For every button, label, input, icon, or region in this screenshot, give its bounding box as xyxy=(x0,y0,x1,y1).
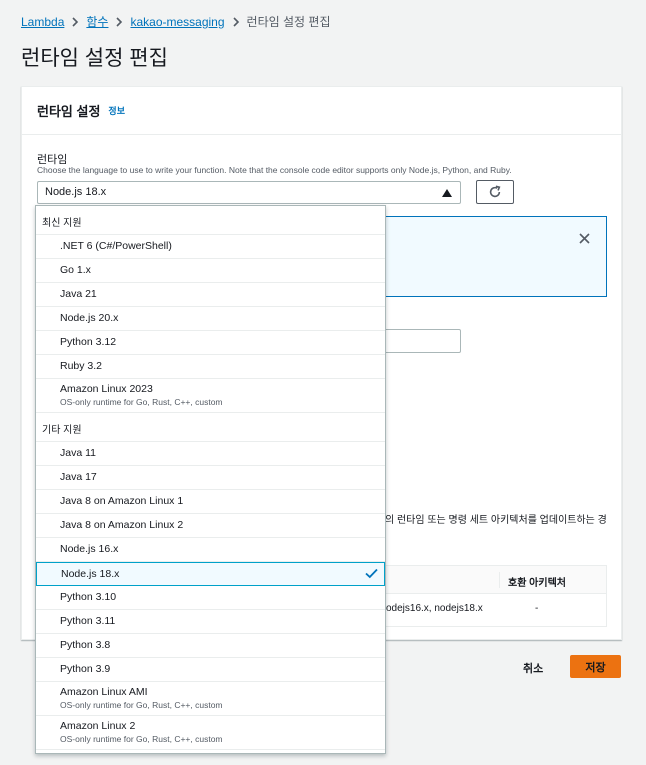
runtime-option-label: Python 3.8 xyxy=(60,639,111,651)
td-compatible-runtimes: odejs16.x, nodejs18.x xyxy=(386,603,483,614)
breadcrumb: Lambda 함수 kakao-messaging 런타임 설정 편집 xyxy=(21,13,330,30)
runtime-option-label: Python 3.9 xyxy=(60,663,111,675)
table-header: 호환 아키텍처 xyxy=(386,566,606,594)
runtime-option-label: Ruby 3.2 xyxy=(60,360,103,372)
runtime-option[interactable]: .NET 6 (C#/PowerShell) xyxy=(36,235,385,259)
runtime-option[interactable]: Java 8 on Amazon Linux 2 xyxy=(36,514,385,538)
runtime-option-label: Python 3.11 xyxy=(60,615,116,627)
runtime-option[interactable]: Python 3.8 xyxy=(36,634,385,658)
caret-up-icon xyxy=(442,189,452,197)
runtime-option[interactable]: Node.js 16.x xyxy=(36,538,385,562)
runtime-option-label: Java 8 on Amazon Linux 1 xyxy=(60,495,184,507)
runtime-option[interactable]: Node.js 18.x xyxy=(36,562,385,586)
runtime-option-label: Amazon Linux 2 xyxy=(60,720,136,732)
runtime-option[interactable]: Java 11 xyxy=(36,442,385,466)
breadcrumb-function-name[interactable]: kakao-messaging xyxy=(130,15,224,29)
runtime-option[interactable]: Ruby 3.2 xyxy=(36,355,385,379)
runtime-option[interactable]: Amazon Linux 2 OS-only runtime for Go, Ru… xyxy=(36,716,385,750)
column-divider xyxy=(499,572,500,588)
runtime-option-label: Node.js 16.x xyxy=(60,543,119,555)
refresh-icon xyxy=(489,185,501,198)
compatible-layers-table: 호환 아키텍처 odejs16.x, nodejs18.x - xyxy=(385,565,607,627)
runtime-select[interactable]: Node.js 18.x xyxy=(37,181,461,204)
runtime-description: Choose the language to use to write your… xyxy=(37,165,512,175)
close-icon[interactable] xyxy=(579,231,590,249)
runtime-option[interactable]: Go 1.x xyxy=(36,259,385,283)
handler-input[interactable] xyxy=(385,329,461,353)
runtime-option[interactable]: Node.js 20.x xyxy=(36,307,385,331)
runtime-option-label: Python 3.10 xyxy=(60,591,117,603)
runtime-option-label: Java 8 on Amazon Linux 2 xyxy=(60,519,184,531)
runtime-option-description: OS-only runtime for Go, Rust, C++, custo… xyxy=(60,397,223,407)
runtime-option-description: OS-only runtime for Go, Rust, C++, custo… xyxy=(60,734,223,744)
runtime-option-label: Python 3.12 xyxy=(60,336,117,348)
runtime-option-label: Node.js 18.x xyxy=(61,568,120,580)
runtime-option[interactable]: Java 8 on Amazon Linux 1 xyxy=(36,490,385,514)
runtime-option[interactable]: Java 21 xyxy=(36,283,385,307)
runtime-option-label: Go 1.x xyxy=(60,264,91,276)
td-compatible-architectures: - xyxy=(535,603,539,614)
runtime-option-label: Amazon Linux 2023 xyxy=(60,383,153,395)
runtime-dropdown-list: 최신 지원 .NET 6 (C#/PowerShell) Go 1.x Java 2… xyxy=(35,205,386,754)
panel-header: 런타임 설정 정보 xyxy=(22,87,621,135)
breadcrumb-current: 런타임 설정 편집 xyxy=(246,15,331,29)
runtime-option[interactable]: Java 17 xyxy=(36,466,385,490)
runtime-option[interactable]: Amazon Linux AMI OS-only runtime for Go, … xyxy=(36,682,385,716)
th-compatible-architectures: 호환 아키텍처 xyxy=(508,578,566,589)
checkmark-icon xyxy=(365,568,378,582)
breadcrumb-lambda[interactable]: Lambda xyxy=(21,15,64,29)
refresh-button[interactable] xyxy=(476,180,514,204)
runtime-option-label: Java 17 xyxy=(60,471,97,483)
cancel-button[interactable]: 취소 xyxy=(523,660,543,676)
runtime-option[interactable]: Amazon Linux 2023 OS-only runtime for Go,… xyxy=(36,379,385,413)
chevron-right-icon xyxy=(225,15,247,29)
runtime-select-value: Node.js 18.x xyxy=(45,186,107,198)
group-header-other: 기타 지원 xyxy=(36,413,385,442)
save-button[interactable]: 저장 xyxy=(570,655,621,678)
page-title: 런타임 설정 편집 xyxy=(21,47,168,70)
runtime-option-label: Java 21 xyxy=(60,288,97,300)
group-header-latest: 최신 지원 xyxy=(36,206,385,235)
runtime-option[interactable]: Python 3.9 xyxy=(36,658,385,682)
runtime-option-label: .NET 6 (C#/PowerShell) xyxy=(60,240,172,252)
runtime-option-label: Java 11 xyxy=(60,447,96,459)
runtime-option-label: Node.js 20.x xyxy=(60,312,119,324)
chevron-right-icon xyxy=(108,15,130,29)
runtime-option-label: Amazon Linux AMI xyxy=(60,686,148,698)
breadcrumb-functions[interactable]: 함수 xyxy=(86,13,108,30)
runtime-option[interactable]: Python 3.10 xyxy=(36,586,385,610)
runtime-option[interactable]: Python 3.12 xyxy=(36,331,385,355)
update-warning-text: 의 런타임 또는 명령 세트 아키텍처를 업데이트하는 경 xyxy=(385,515,607,526)
info-link[interactable]: 정보 xyxy=(108,104,125,117)
runtime-option-description: OS-only runtime for Go, Rust, C++, custo… xyxy=(60,700,223,710)
chevron-right-icon xyxy=(64,15,86,29)
panel-title: 런타임 설정 xyxy=(37,104,101,119)
runtime-option[interactable]: Python 3.11 xyxy=(36,610,385,634)
info-alert xyxy=(385,216,607,297)
